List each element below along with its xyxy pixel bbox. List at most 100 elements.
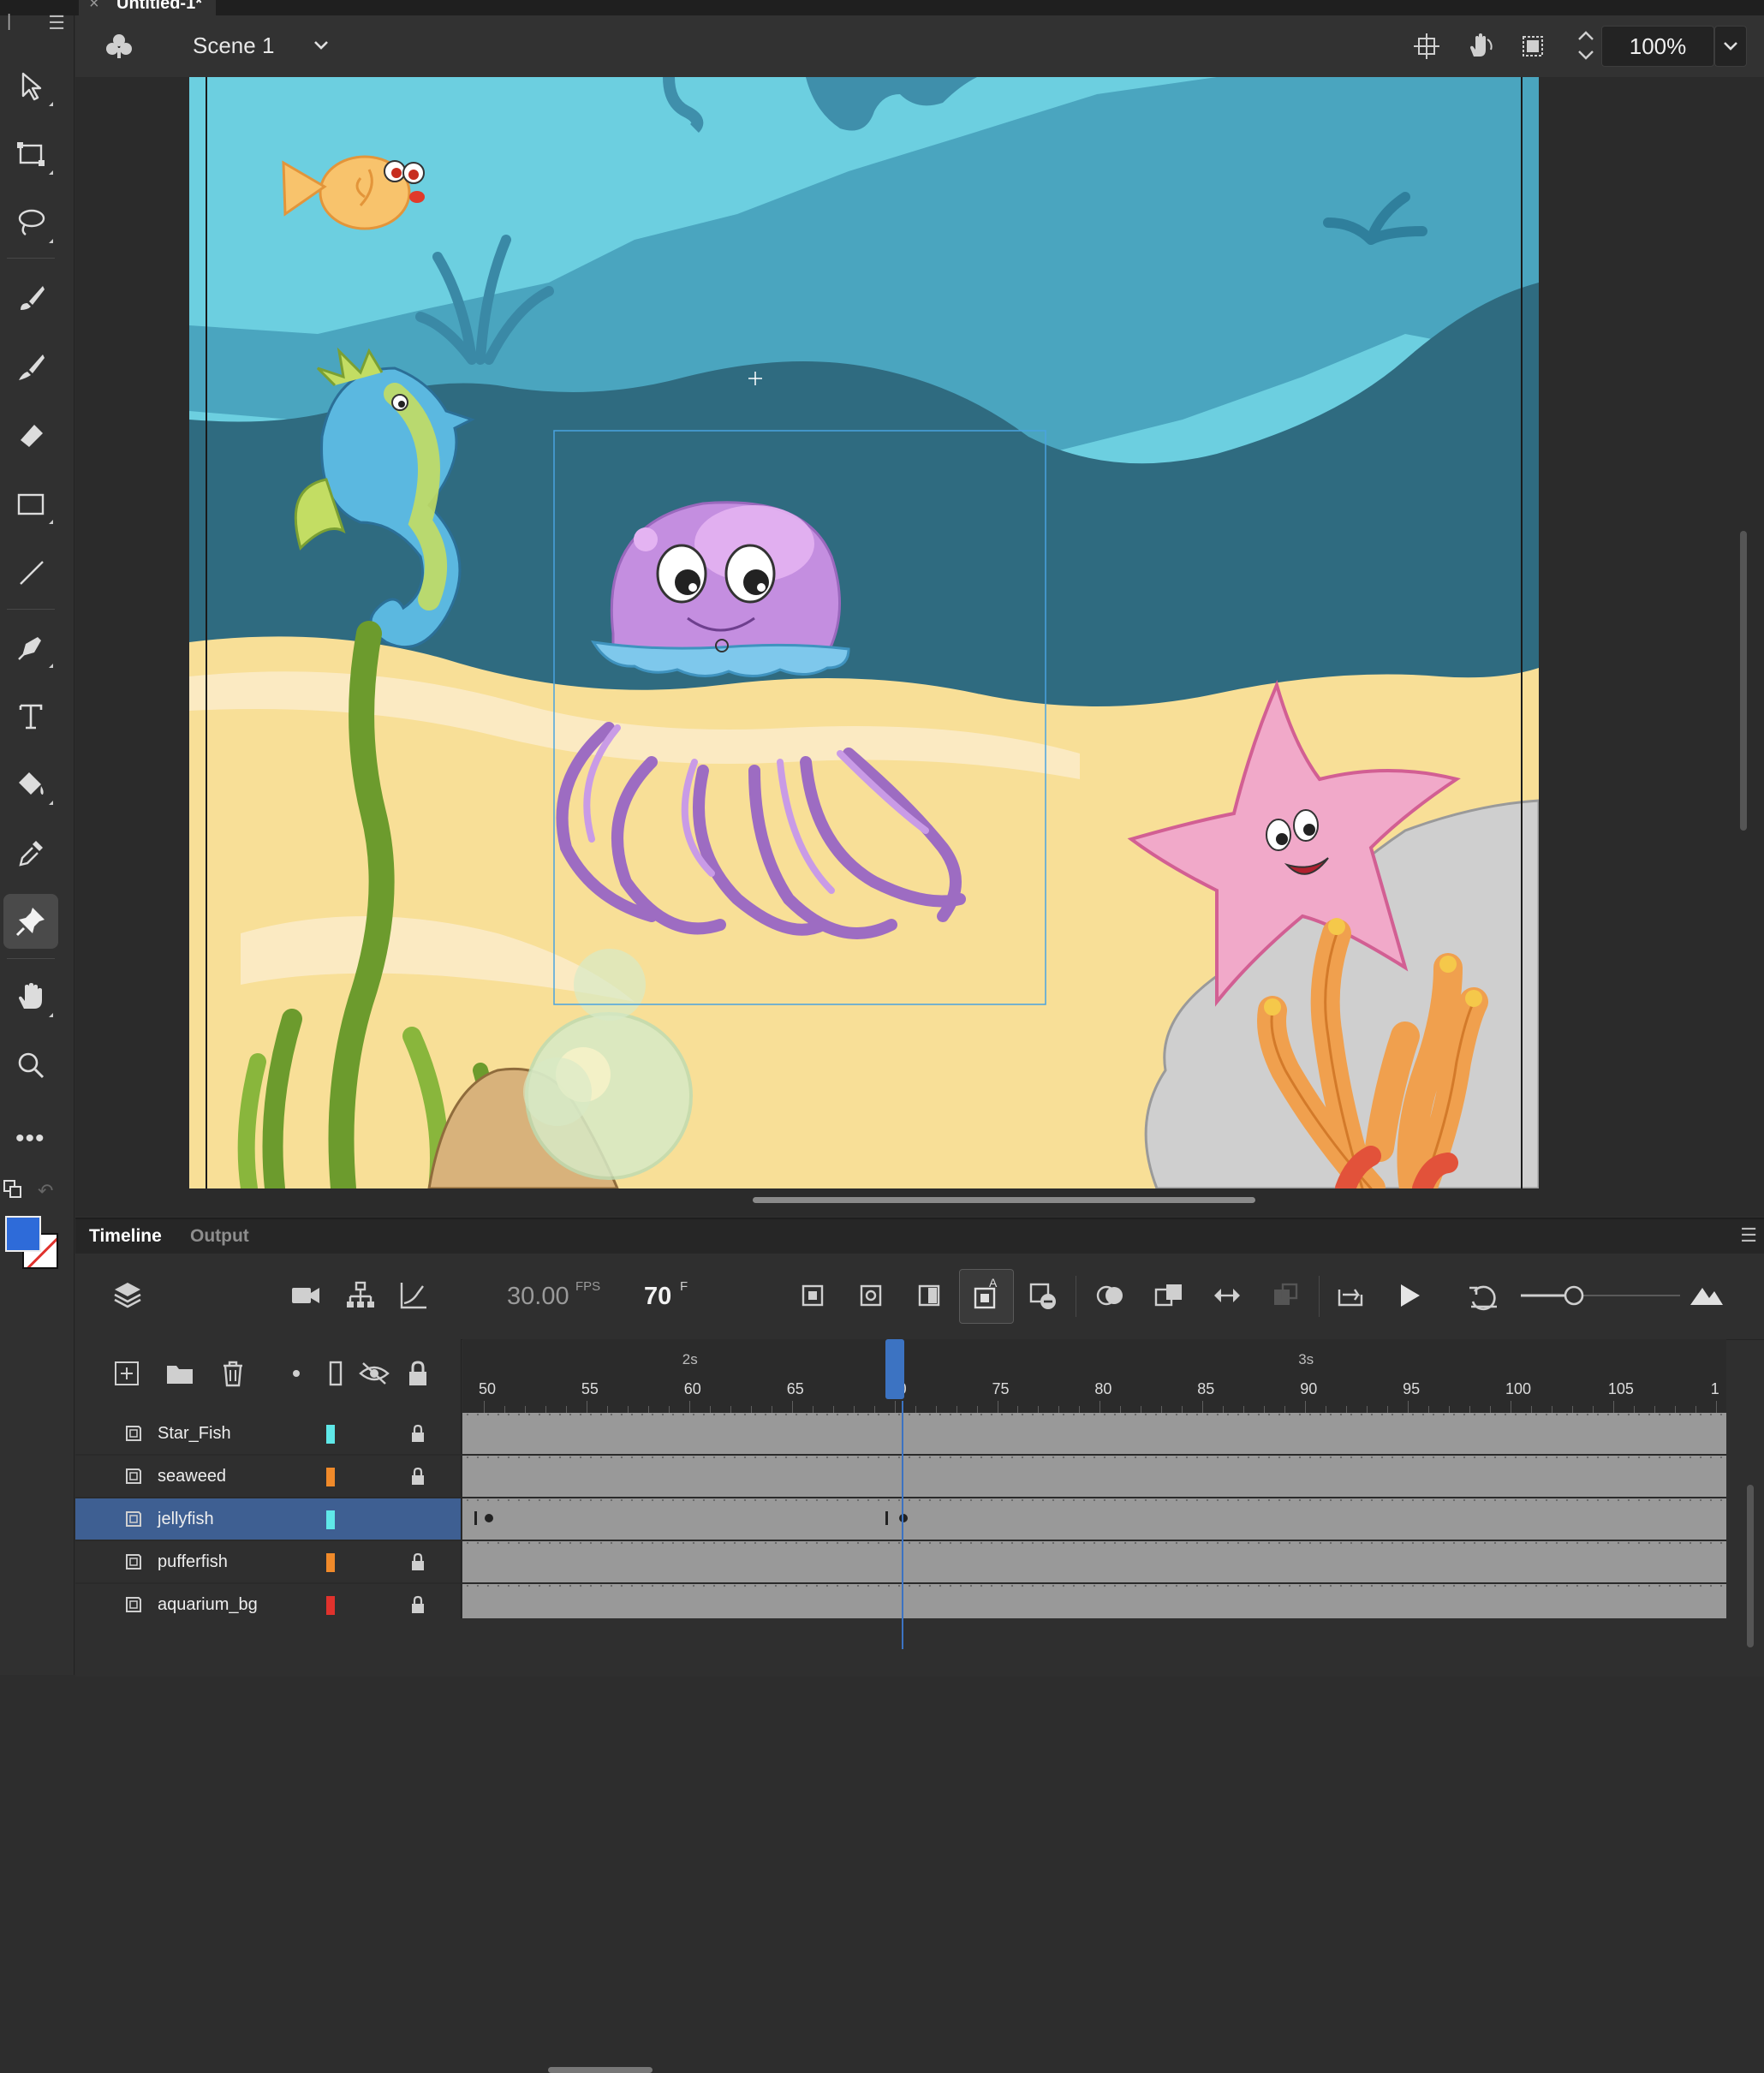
edit-multiple-frames-icon[interactable] bbox=[1151, 1278, 1187, 1313]
new-folder-icon[interactable] bbox=[164, 1358, 195, 1389]
lock-icon[interactable] bbox=[408, 1552, 428, 1572]
lasso-tool[interactable] bbox=[3, 195, 58, 250]
layer-frames[interactable] bbox=[462, 1413, 1726, 1454]
layer-row[interactable]: jellyfish bbox=[75, 1498, 1726, 1541]
selection-tool[interactable] bbox=[3, 58, 58, 113]
auto-keyframe-button[interactable]: A bbox=[959, 1269, 1014, 1324]
layer-row[interactable]: Star_Fish bbox=[75, 1413, 1726, 1456]
layer-name[interactable]: pufferfish bbox=[158, 1552, 228, 1572]
zoom-tool[interactable] bbox=[3, 1038, 58, 1093]
line-tool[interactable] bbox=[3, 545, 58, 599]
layer-parenting-icon[interactable] bbox=[343, 1278, 378, 1313]
hand-tool[interactable] bbox=[3, 969, 58, 1024]
stage-horizontal-scrollbar[interactable] bbox=[753, 1197, 1255, 1203]
lock-all-icon[interactable] bbox=[402, 1358, 433, 1389]
reset-colors-icon[interactable]: ↶ bbox=[38, 1180, 53, 1202]
center-stage-icon[interactable] bbox=[1411, 31, 1442, 62]
insert-frame-icon[interactable] bbox=[911, 1278, 947, 1313]
layer-info[interactable]: jellyfish bbox=[75, 1498, 462, 1540]
ruler-seconds-label: 2s bbox=[682, 1351, 698, 1367]
keyframe-marker[interactable] bbox=[899, 1514, 908, 1522]
keyframe-marker[interactable] bbox=[485, 1514, 493, 1522]
zoom-stepper-icon[interactable] bbox=[1576, 26, 1596, 65]
free-transform-tool[interactable] bbox=[3, 127, 58, 182]
layers-icon[interactable] bbox=[110, 1278, 146, 1313]
stage-vertical-scrollbar[interactable] bbox=[1740, 531, 1747, 831]
frame-zoom-slider[interactable] bbox=[1517, 1278, 1680, 1313]
panel-menu-icon[interactable]: ☰ bbox=[48, 12, 65, 34]
current-frame-value[interactable]: 70 bbox=[644, 1283, 671, 1311]
rotate-stage-icon[interactable] bbox=[1464, 31, 1495, 62]
close-tab-icon[interactable]: × bbox=[89, 0, 99, 12]
more-tools-button[interactable]: ••• bbox=[15, 1124, 45, 1153]
brush-tool[interactable] bbox=[3, 339, 58, 394]
playhead[interactable] bbox=[885, 1339, 904, 1399]
layer-outline-color[interactable] bbox=[326, 1468, 335, 1486]
camera-icon[interactable] bbox=[288, 1278, 324, 1313]
clip-content-icon[interactable] bbox=[1517, 31, 1548, 62]
zoom-dropdown[interactable] bbox=[1714, 26, 1747, 67]
layer-info[interactable]: Star_Fish bbox=[75, 1413, 462, 1454]
timeline-vertical-scrollbar[interactable] bbox=[1747, 1485, 1754, 1647]
zoom-input[interactable]: 100% bbox=[1601, 26, 1714, 67]
layer-outline-color[interactable] bbox=[326, 1425, 335, 1444]
layer-info[interactable]: pufferfish bbox=[75, 1541, 462, 1582]
layer-info[interactable]: seaweed bbox=[75, 1456, 462, 1497]
frame-span-marker[interactable] bbox=[474, 1511, 477, 1525]
tween-icon[interactable] bbox=[1209, 1278, 1245, 1313]
fit-frames-icon[interactable] bbox=[1689, 1278, 1725, 1313]
highlight-layers-icon[interactable] bbox=[281, 1358, 312, 1389]
chevron-down-icon[interactable] bbox=[312, 36, 331, 55]
panel-menu-icon[interactable]: ☰ bbox=[1740, 1224, 1757, 1247]
eyedropper-tool[interactable] bbox=[3, 825, 58, 880]
hide-layers-icon[interactable] bbox=[358, 1358, 390, 1389]
asset-warp-tool[interactable] bbox=[3, 894, 58, 949]
swap-colors-icon[interactable] bbox=[3, 1180, 22, 1199]
paint-brush-tool[interactable] bbox=[3, 271, 58, 325]
layer-outline-color[interactable] bbox=[326, 1596, 335, 1615]
insert-keyframe-icon[interactable] bbox=[795, 1278, 831, 1313]
document-tab[interactable]: × Untitled-1* bbox=[79, 0, 216, 15]
layer-frames[interactable] bbox=[462, 1498, 1726, 1540]
rewind-icon[interactable] bbox=[1466, 1278, 1502, 1313]
onion-skin-icon[interactable] bbox=[1093, 1278, 1129, 1313]
text-tool[interactable] bbox=[3, 688, 58, 743]
lock-icon[interactable] bbox=[408, 1466, 428, 1486]
layer-row[interactable]: pufferfish bbox=[75, 1541, 1726, 1584]
lock-icon[interactable] bbox=[408, 1423, 428, 1444]
layer-frames[interactable] bbox=[462, 1456, 1726, 1497]
layer-outline-color[interactable] bbox=[326, 1510, 335, 1529]
new-layer-icon[interactable] bbox=[111, 1358, 142, 1389]
play-icon[interactable] bbox=[1391, 1278, 1427, 1313]
layer-name[interactable]: seaweed bbox=[158, 1467, 226, 1486]
remove-frame-icon[interactable] bbox=[1024, 1278, 1060, 1313]
layer-name[interactable]: Star_Fish bbox=[158, 1424, 231, 1444]
fill-color-swatch[interactable] bbox=[5, 1216, 41, 1252]
tab-output[interactable]: Output bbox=[190, 1226, 249, 1247]
ruler-tick bbox=[1264, 1406, 1266, 1413]
paint-bucket-tool[interactable] bbox=[3, 757, 58, 812]
delete-layer-icon[interactable] bbox=[218, 1358, 248, 1389]
layer-name[interactable]: jellyfish bbox=[158, 1510, 214, 1529]
loop-icon[interactable] bbox=[1332, 1278, 1368, 1313]
frame-span-marker[interactable] bbox=[885, 1511, 888, 1525]
graph-icon[interactable] bbox=[396, 1278, 432, 1313]
pen-tool[interactable] bbox=[3, 620, 58, 675]
lock-icon[interactable] bbox=[408, 1594, 428, 1615]
outline-layers-icon[interactable] bbox=[320, 1358, 351, 1389]
stage-canvas[interactable] bbox=[189, 77, 1539, 1188]
layer-row[interactable]: seaweed bbox=[75, 1456, 1726, 1498]
layer-frames[interactable] bbox=[462, 1541, 1726, 1582]
layer-outline-color[interactable] bbox=[326, 1553, 335, 1572]
scene-club-icon[interactable] bbox=[103, 31, 135, 63]
tab-timeline[interactable]: Timeline bbox=[89, 1226, 162, 1247]
scene-name[interactable]: Scene 1 bbox=[193, 33, 274, 59]
rectangle-tool[interactable] bbox=[3, 476, 58, 531]
frame-ruler[interactable]: 5055606570758085909510010512s3s bbox=[462, 1339, 1726, 1413]
timeline-horizontal-scrollbar[interactable] bbox=[548, 2067, 653, 2073]
layer-name[interactable]: aquarium_bg bbox=[158, 1595, 258, 1615]
fps-value[interactable]: 30.00 bbox=[507, 1283, 569, 1311]
playhead-line[interactable] bbox=[902, 1401, 903, 1649]
insert-blank-keyframe-icon[interactable] bbox=[853, 1278, 889, 1313]
eraser-tool[interactable] bbox=[3, 408, 58, 462]
